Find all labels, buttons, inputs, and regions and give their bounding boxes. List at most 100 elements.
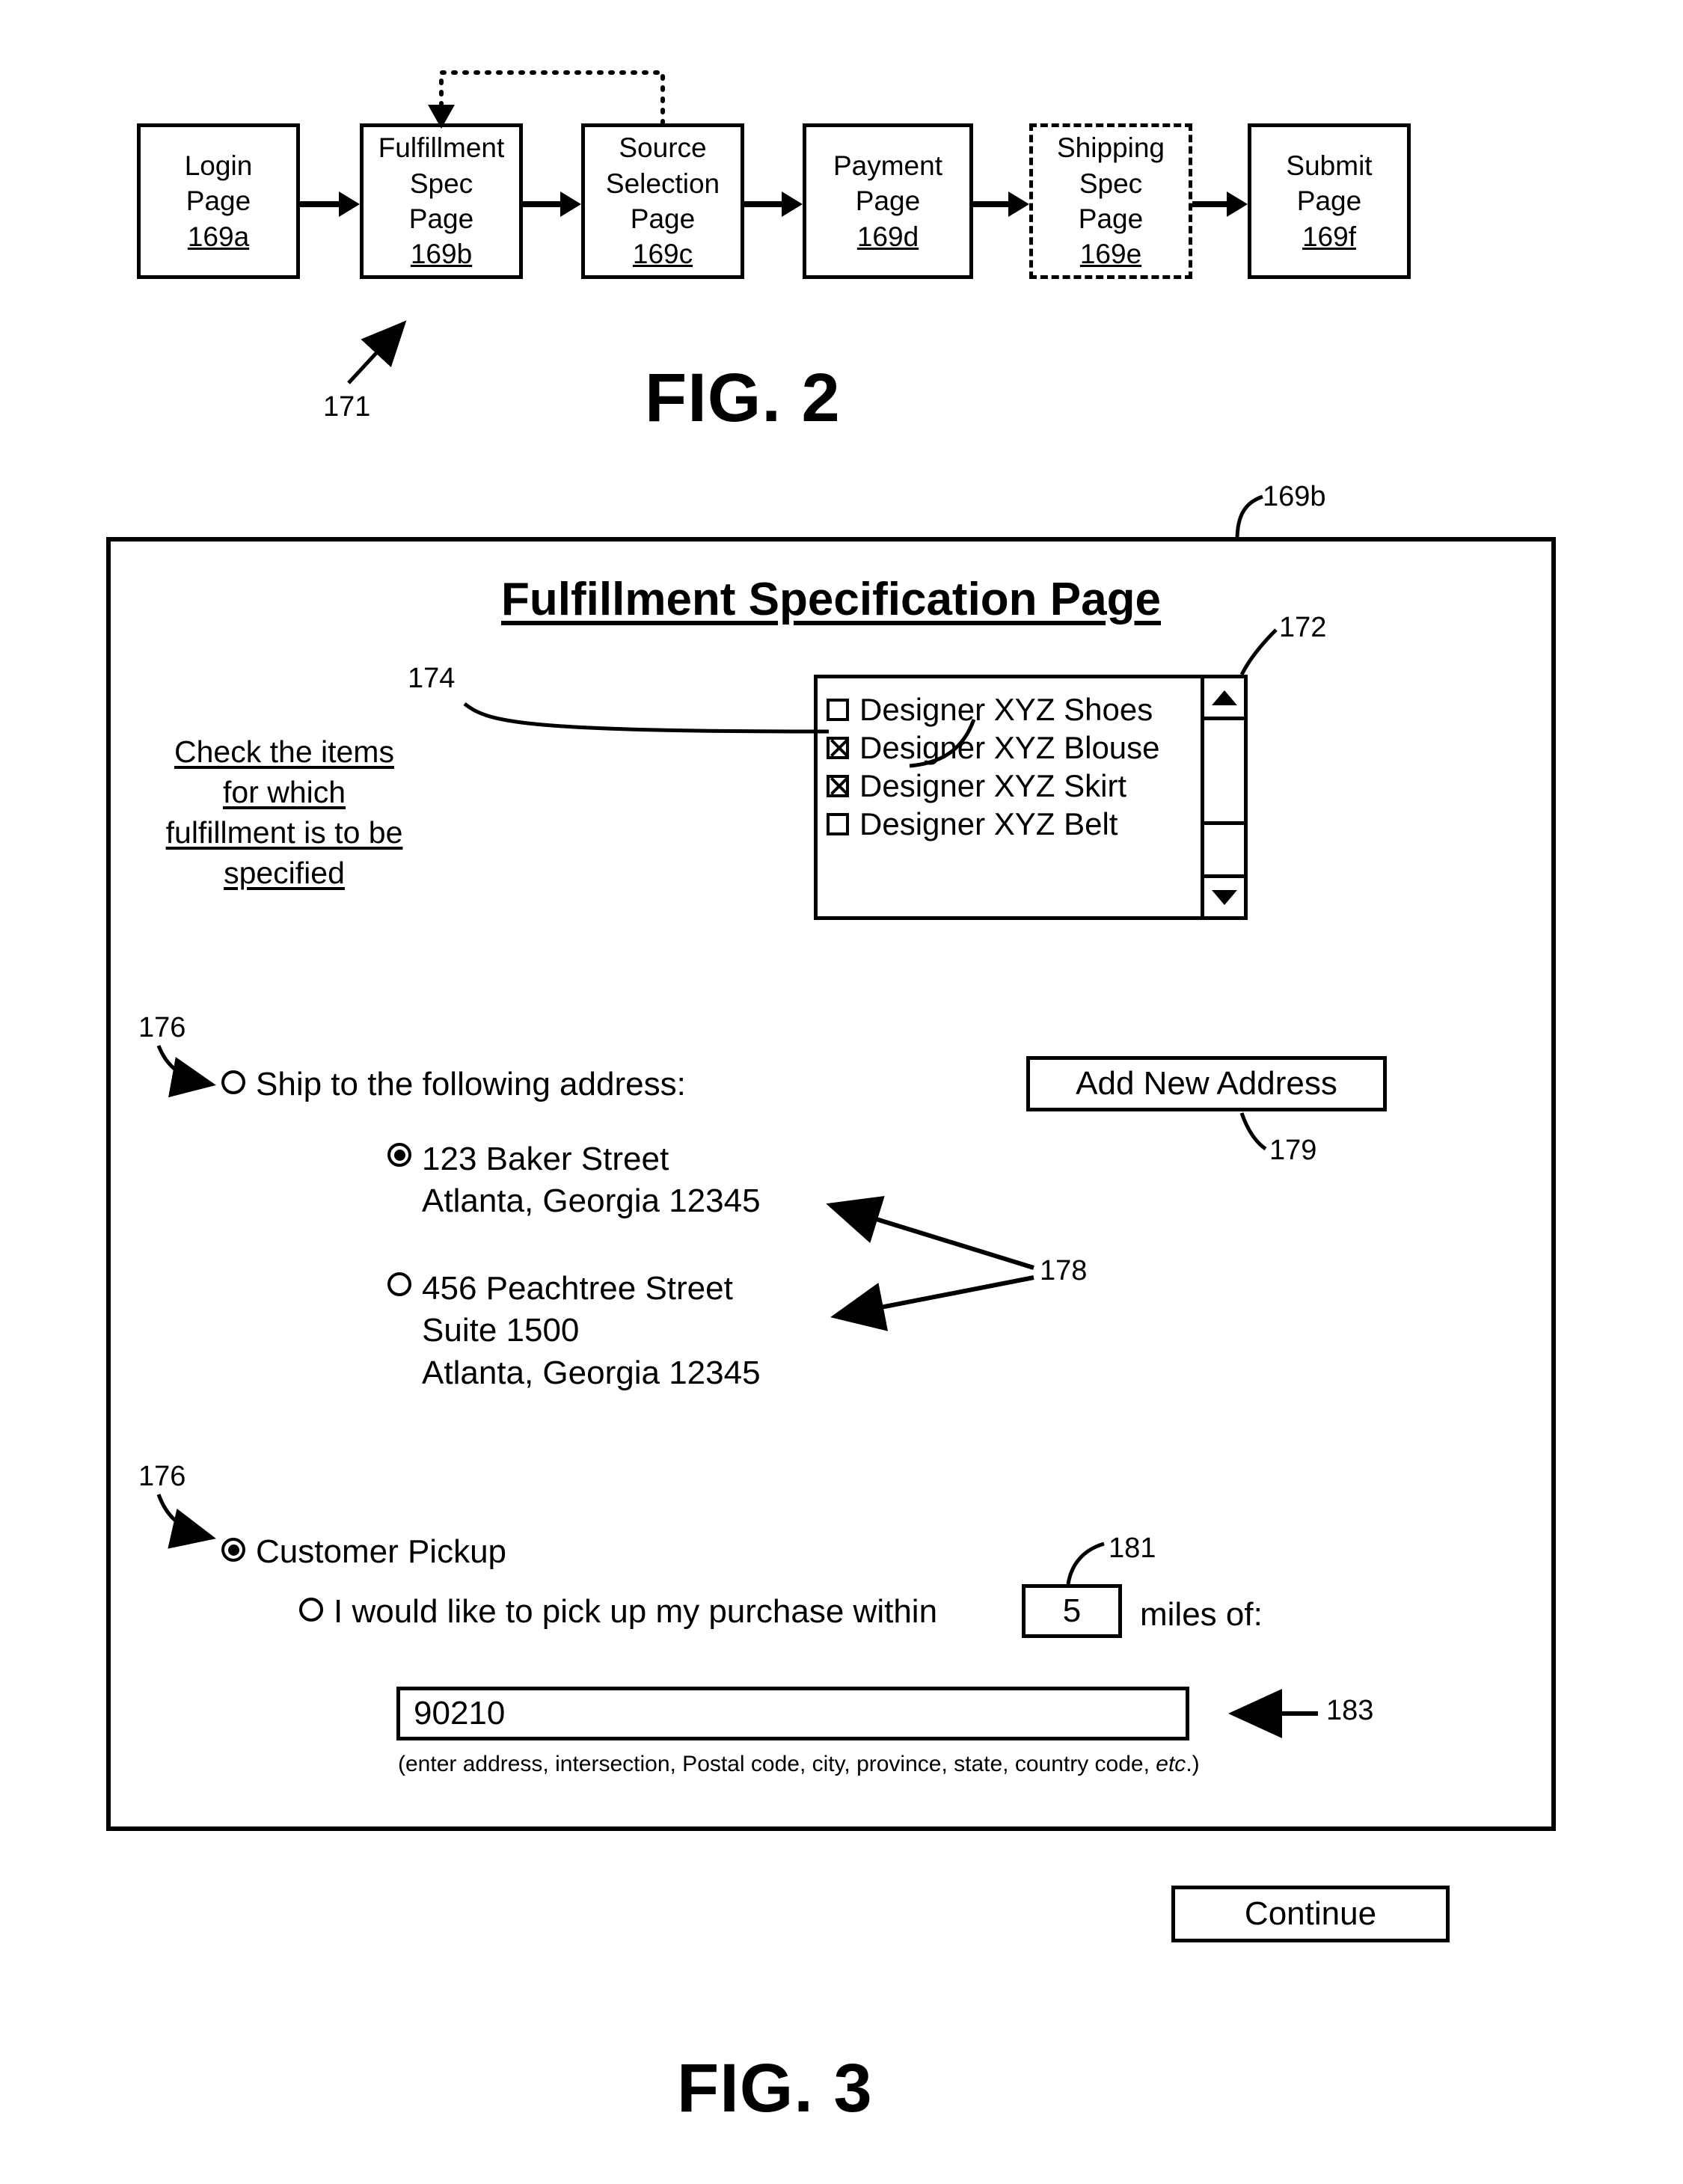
list-item[interactable]: Designer XYZ Shoes	[827, 692, 1160, 728]
flow-box-ref: 169d	[856, 221, 919, 252]
flow-box-source-selection-page: Source Selection Page 169c	[581, 123, 744, 279]
flow-box-line: Fulfillment	[378, 132, 505, 164]
callout-183: 183	[1326, 1695, 1374, 1726]
figure2-caption: FIG. 2	[645, 360, 841, 436]
callout-181: 181	[1109, 1533, 1156, 1564]
figure2-flow-diagram: Login Page 169a Fulfillment Spec Page 16…	[0, 0, 1683, 314]
pickup-location-value: 90210	[414, 1695, 506, 1731]
continue-button-label: Continue	[1244, 1895, 1377, 1932]
scroll-down-button[interactable]	[1204, 874, 1244, 916]
pickup-location-hint: (enter address, intersection, Postal cod…	[398, 1752, 1200, 1777]
callout-169b: 169b	[1263, 481, 1326, 512]
hint-after: .)	[1186, 1752, 1200, 1776]
pickup-radius-label-after: miles of:	[1140, 1596, 1263, 1633]
callout-174: 174	[408, 663, 456, 694]
flow-box-fulfillment-spec-page: Fulfillment Spec Page 169b	[360, 123, 523, 279]
scroll-up-button[interactable]	[1204, 678, 1244, 720]
address-line: 123 Baker Street	[422, 1141, 669, 1177]
continue-button[interactable]: Continue	[1171, 1886, 1450, 1942]
address-option-1[interactable]: 123 Baker Street Atlanta, Georgia 12345	[387, 1138, 761, 1223]
callout-172: 172	[1279, 612, 1327, 643]
flow-box-line: Spec	[1079, 168, 1143, 199]
pickup-location-input[interactable]: 90210	[396, 1687, 1189, 1740]
radio-selected-icon[interactable]	[221, 1538, 245, 1562]
list-item-label: Designer XYZ Blouse	[859, 730, 1160, 765]
pickup-radius-miles-input[interactable]: 5	[1022, 1584, 1122, 1638]
flow-box-ref: 169a	[187, 221, 250, 252]
page-title: Fulfillment Specification Page	[501, 574, 1161, 625]
flow-box-line: Page	[630, 203, 696, 234]
checkbox-checked-icon[interactable]	[827, 775, 849, 797]
item-list-box[interactable]: Designer XYZ Shoes Designer XYZ Blouse D…	[814, 675, 1248, 920]
address-lines: 123 Baker Street Atlanta, Georgia 12345	[422, 1138, 761, 1223]
instruction-line: fulfillment is to be	[165, 815, 403, 850]
ship-to-address-option[interactable]: Ship to the following address:	[221, 1066, 686, 1103]
callout-178: 178	[1040, 1255, 1088, 1286]
flow-box-line: Shipping	[1056, 132, 1165, 164]
address-line: 456 Peachtree Street	[422, 1270, 733, 1307]
triangle-up-icon	[1211, 690, 1237, 705]
flow-box-line: Source	[619, 132, 707, 164]
hint-before: (enter address, intersection, Postal cod…	[398, 1752, 1156, 1776]
customer-pickup-label: Customer Pickup	[256, 1533, 507, 1570]
instruction-line: specified	[224, 856, 345, 891]
scrollbar-thumb[interactable]	[1204, 720, 1244, 825]
callout-176-pickup: 176	[138, 1461, 186, 1492]
flow-box-payment-page: Payment Page 169d	[803, 123, 973, 279]
flow-box-login-page: Login Page 169a	[137, 123, 300, 279]
list-item[interactable]: Designer XYZ Skirt	[827, 768, 1160, 804]
radio-unselected-icon[interactable]	[221, 1070, 245, 1094]
address-option-2[interactable]: 456 Peachtree Street Suite 1500 Atlanta,…	[387, 1268, 761, 1394]
flow-box-line: Login	[184, 150, 253, 181]
checkbox-unchecked-icon[interactable]	[827, 813, 849, 835]
list-item-label: Designer XYZ Shoes	[859, 692, 1153, 727]
item-list-scrollbar[interactable]	[1201, 678, 1244, 916]
callout-176-ship: 176	[138, 1012, 186, 1043]
address-line: Suite 1500	[422, 1312, 580, 1349]
flow-box-line: Page	[408, 203, 474, 234]
pickup-radius-option[interactable]: I would like to pick up my purchase with…	[299, 1593, 937, 1631]
ship-to-address-label: Ship to the following address:	[256, 1066, 686, 1102]
list-item-label: Designer XYZ Belt	[859, 806, 1118, 841]
figure3-caption: FIG. 3	[677, 2050, 873, 2126]
address-line: Atlanta, Georgia 12345	[422, 1183, 761, 1220]
radio-unselected-icon[interactable]	[299, 1598, 323, 1622]
flow-box-line: Page	[1296, 185, 1362, 217]
callout-179: 179	[1269, 1135, 1317, 1166]
flow-box-ref: 169e	[1079, 239, 1142, 270]
checkbox-checked-icon[interactable]	[827, 737, 849, 759]
triangle-down-icon	[1211, 889, 1237, 905]
leader-171	[347, 320, 407, 384]
item-list: Designer XYZ Shoes Designer XYZ Blouse D…	[818, 678, 1160, 844]
flow-box-ref: 169c	[632, 239, 693, 270]
list-item[interactable]: Designer XYZ Blouse	[827, 730, 1160, 766]
address-lines: 456 Peachtree Street Suite 1500 Atlanta,…	[422, 1268, 761, 1394]
pickup-radius-miles-value: 5	[1062, 1592, 1082, 1629]
address-line: Atlanta, Georgia 12345	[422, 1354, 761, 1391]
add-new-address-button[interactable]: Add New Address	[1026, 1056, 1387, 1111]
flow-box-shipping-spec-page: Shipping Spec Page 169e	[1029, 123, 1192, 279]
flow-box-line: Page	[186, 185, 251, 217]
pickup-radius-label-before: I would like to pick up my purchase with…	[334, 1593, 938, 1630]
list-item-label: Designer XYZ Skirt	[859, 768, 1127, 803]
check-items-instruction: Check the items for which fulfillment is…	[161, 731, 408, 893]
flow-box-line: Spec	[409, 168, 473, 199]
list-item[interactable]: Designer XYZ Belt	[827, 806, 1160, 842]
scrollbar-track[interactable]	[1204, 825, 1244, 874]
add-new-address-label: Add New Address	[1076, 1065, 1337, 1102]
radio-selected-icon[interactable]	[387, 1143, 411, 1167]
radio-unselected-icon[interactable]	[387, 1272, 411, 1296]
flow-box-line: Page	[855, 185, 921, 217]
checkbox-unchecked-icon[interactable]	[827, 699, 849, 721]
hint-italic: etc	[1156, 1752, 1186, 1776]
callout-171: 171	[323, 391, 371, 423]
flow-box-line: Submit	[1286, 150, 1373, 181]
flow-box-ref: 169b	[410, 239, 473, 270]
flow-box-ref: 169f	[1302, 221, 1356, 252]
flow-box-submit-page: Submit Page 169f	[1248, 123, 1411, 279]
flow-box-line: Payment	[833, 150, 942, 181]
flow-box-line: Page	[1078, 203, 1144, 234]
instruction-line: for which	[222, 775, 346, 810]
customer-pickup-option[interactable]: Customer Pickup	[221, 1533, 506, 1571]
leader-169b	[1235, 494, 1263, 541]
